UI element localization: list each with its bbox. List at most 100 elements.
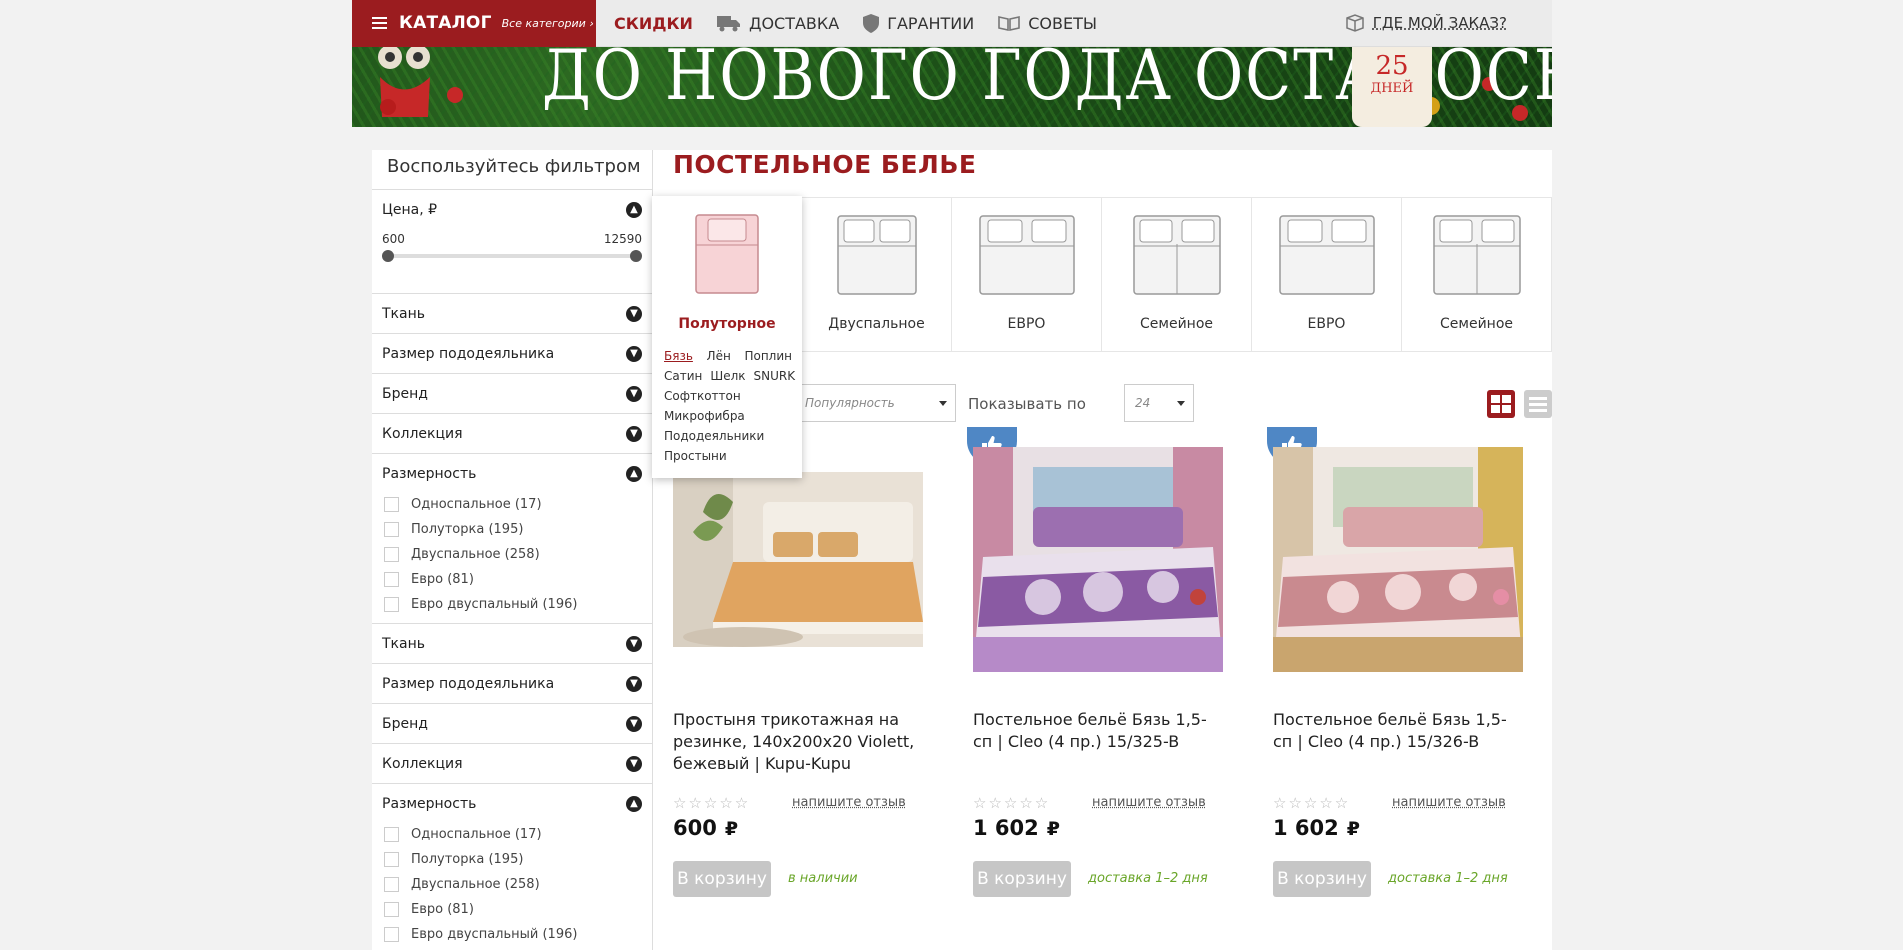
collapse-icon[interactable]: ▲ [626,466,642,482]
checkbox[interactable] [384,597,399,612]
filter-dimension-header[interactable]: Размерность ▲ [382,464,642,484]
truck-icon [716,16,740,32]
per-page-select[interactable]: 24 [1124,384,1194,422]
category-link[interactable]: Пододеяльники [664,429,764,443]
checkbox[interactable] [384,927,399,942]
collapse-icon[interactable]: ▲ [626,202,642,218]
add-to-cart-button[interactable]: В корзину [973,861,1071,897]
product-image[interactable] [673,472,923,647]
fabric-link[interactable]: Сатин [664,366,702,386]
fabric-link[interactable]: Микрофибра [664,409,745,423]
page-title: ПОСТЕЛЬНОЕ БЕЛЬЕ [673,150,977,179]
checkbox-option[interactable]: Полуторка (195) [382,517,642,542]
checkbox[interactable] [384,827,399,842]
where-is-my-order-link[interactable]: ГДЕ МОЙ ЗАКАЗ? [1345,14,1507,32]
fabric-link[interactable]: Поплин [744,346,792,366]
nav-delivery[interactable]: ДОСТАВКА [716,13,840,33]
expand-icon[interactable]: ▼ [626,385,642,402]
checkbox[interactable] [384,497,399,512]
size-tab-double[interactable]: Двуспальное [802,197,952,352]
product-name[interactable]: Постельное бельё Бязь 1,5-сп | Cleo (4 п… [1273,709,1523,753]
filter-fabric[interactable]: Ткань ▼ [372,624,652,664]
filter-brand[interactable]: Бренд ▼ [372,374,652,414]
size-tab-family[interactable]: Семейное [1102,197,1252,352]
filter-brand[interactable]: Бренд ▼ [372,704,652,744]
currency-symbol: ₽ [1346,818,1360,840]
checkbox-option[interactable]: Евро двуспальный (196) [382,592,642,617]
checkbox[interactable] [384,902,399,917]
fabric-link[interactable]: Бязь [664,346,693,366]
size-dropdown-polutornoe[interactable]: Полуторное Бязь Лён Поплин Сатин Шелк SN… [652,196,802,478]
add-to-cart-button[interactable]: В корзину [1273,861,1371,897]
product-name[interactable]: Простыня трикотажная на резинке, 140х200… [673,709,923,775]
checkbox-option[interactable]: Полуторка (195) [382,847,642,872]
write-review-link[interactable]: напишите отзыв [792,795,906,810]
product-name[interactable]: Постельное бельё Бязь 1,5-сп | Cleo (4 п… [973,709,1223,753]
filter-fabric[interactable]: Ткань ▼ [372,294,652,334]
size-tab-family-2[interactable]: Семейное [1402,197,1552,352]
sort-select[interactable]: Популярность [782,384,956,422]
expand-icon[interactable]: ▼ [626,755,642,772]
fabric-link[interactable]: Шелк [710,366,745,386]
product-image[interactable] [973,447,1223,672]
checkbox-label: Евро двуспальный (196) [411,927,578,942]
checkbox-label: Полуторка (195) [411,522,524,537]
category-link[interactable]: Простыни [664,449,727,463]
nav-delivery-label: ДОСТАВКА [748,13,840,33]
list-view-icon[interactable] [1524,390,1552,418]
checkbox-option[interactable]: Евро (81) [382,567,642,592]
product-image[interactable] [1273,447,1523,672]
checkbox-option[interactable]: Евро двуспальный (196) [382,922,642,947]
nav-sale[interactable]: СКИДКИ [614,14,693,33]
checkbox[interactable] [384,572,399,587]
menu-icon [372,17,387,29]
size-tab-euro[interactable]: ЕВРО [952,197,1102,352]
checkbox-option[interactable]: Двуспальное (258) [382,872,642,897]
catalog-button[interactable]: КАТАЛОГ Все категории › [352,0,596,47]
stock-status: в наличии [788,871,858,886]
rating-stars[interactable]: ☆☆☆☆☆ [1273,794,1350,812]
filter-collection[interactable]: Коллекция ▼ [372,744,652,784]
all-categories-link[interactable]: Все категории › [502,17,594,30]
checkbox[interactable] [384,547,399,562]
expand-icon[interactable]: ▼ [626,635,642,652]
checkbox-option[interactable]: Евро (81) [382,897,642,922]
filter-group-label: Ткань [382,635,425,652]
price-min-handle[interactable] [382,250,394,262]
chevron-down-icon [939,401,947,406]
price-max-handle[interactable] [630,250,642,262]
price-filter-header[interactable]: Цена, ₽ ▲ [382,202,642,218]
filter-collection[interactable]: Коллекция ▼ [372,414,652,454]
write-review-link[interactable]: напишите отзыв [1092,795,1206,810]
collapse-icon[interactable]: ▲ [626,796,642,812]
checkbox-option[interactable]: Односпальное (17) [382,822,642,847]
checkbox-option[interactable]: Двуспальное (258) [382,542,642,567]
filter-duvet-size[interactable]: Размер пододеяльника ▼ [372,664,652,704]
expand-icon[interactable]: ▼ [626,675,642,692]
filter-dimension: Размерность ▲ Односпальное (17) Полуторка… [372,784,652,950]
checkbox[interactable] [384,877,399,892]
nav-tips[interactable]: СОВЕТЫ [998,14,1097,33]
filter-dimension-header[interactable]: Размерность ▲ [382,794,642,814]
write-review-link[interactable]: напишите отзыв [1392,795,1506,810]
size-tab-euro-2[interactable]: ЕВРО [1252,197,1402,352]
fabric-link[interactable]: Софткоттон [664,389,741,403]
expand-icon[interactable]: ▼ [626,305,642,322]
new-year-banner[interactable]: ДО НОВОГО ГОДА ОСТАЛОСЬ 25 ДНЕЙ [352,47,1552,127]
rating-stars[interactable]: ☆☆☆☆☆ [673,794,750,812]
filter-duvet-size[interactable]: Размер пододеяльника ▼ [372,334,652,374]
checkbox-option[interactable]: Односпальное (17) [382,492,642,517]
checkbox[interactable] [384,522,399,537]
fabric-link[interactable]: Лён [707,346,731,366]
nav-guarantee[interactable]: ГАРАНТИИ [863,13,974,33]
expand-icon[interactable]: ▼ [626,715,642,732]
fabric-link[interactable]: SNURK [754,366,796,386]
rating-stars[interactable]: ☆☆☆☆☆ [973,794,1050,812]
price-filter: Цена, ₽ ▲ 600 12590 [372,190,652,294]
grid-view-icon[interactable] [1487,390,1515,418]
price-slider[interactable] [382,250,642,262]
add-to-cart-button[interactable]: В корзину [673,861,771,897]
checkbox[interactable] [384,852,399,867]
expand-icon[interactable]: ▼ [626,345,642,362]
expand-icon[interactable]: ▼ [626,425,642,442]
